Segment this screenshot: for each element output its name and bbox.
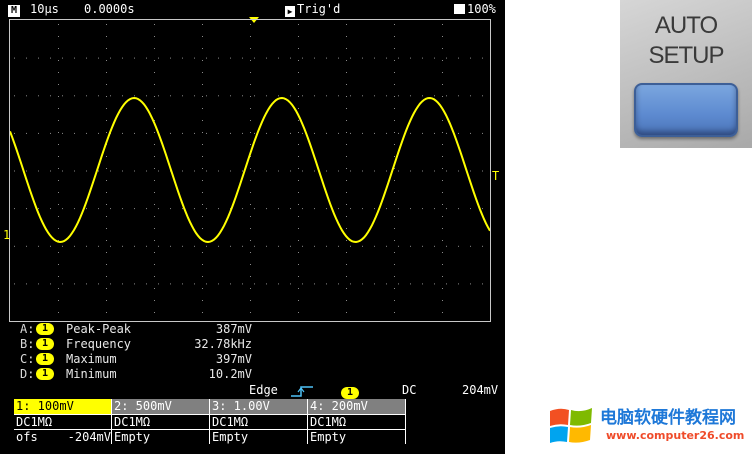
mode-badge: M — [8, 0, 20, 18]
measurement-value: 397mV — [215, 352, 252, 366]
channel-extra-label: Empty — [114, 430, 151, 444]
trigger-coupling: DC — [402, 383, 417, 397]
auto-setup-label-line1: AUTO — [654, 12, 718, 39]
measurement-slot: A: — [20, 322, 35, 336]
measurement-slot: D: — [20, 367, 35, 381]
trigger-settings: Edge 1 DC 204mV — [0, 383, 505, 399]
trigger-status: ▶ Trig'd — [285, 0, 340, 18]
channel-coupling: DC1MΩ — [14, 414, 111, 429]
measurement-slot: B: — [20, 337, 35, 351]
status-bar: M 10µs 0.0000s ▶ Trig'd 100% — [0, 0, 505, 18]
windows-logo-icon — [550, 408, 592, 443]
channel-extra-label: Empty — [212, 430, 249, 444]
channel-extra: ofs -204mV — [14, 429, 111, 444]
measurement-label: Frequency — [66, 337, 132, 351]
auto-setup-photo: AUTO SETUP — [620, 0, 752, 148]
measurement-channel: 1 — [36, 353, 54, 365]
measurement-slot: C: — [20, 352, 35, 366]
channel-header[interactable]: 1: 100mV — [14, 399, 111, 414]
channel-4-settings[interactable]: 4: 200mV DC1MΩ Empty — [308, 399, 405, 444]
channel-3-settings[interactable]: 3: 1.00V DC1MΩ Empty — [210, 399, 307, 444]
channel-coupling: DC1MΩ — [210, 414, 307, 429]
battery-level: 100% — [467, 2, 496, 16]
channel-1-ground-marker[interactable]: 1 — [3, 229, 10, 241]
graticule — [9, 19, 491, 322]
battery-icon — [454, 4, 465, 14]
measurement-value: 10.2mV — [208, 367, 252, 381]
watermark-url: www.computer26.com — [606, 429, 745, 442]
measurement-label: Peak-Peak — [66, 322, 132, 336]
measurement-label: Minimum — [66, 367, 117, 381]
channel-coupling: DC1MΩ — [308, 414, 405, 429]
auto-setup-label-line2: SETUP — [648, 42, 724, 69]
play-icon: ▶ — [285, 6, 295, 17]
timebase-readout: 10µs — [30, 2, 59, 16]
measurement-channel: 1 — [36, 338, 54, 350]
channel-header[interactable]: 2: 500mV — [112, 399, 209, 414]
measurement-row: D: 1 Minimum 10.2mV — [16, 367, 496, 382]
measurement-channel: 1 — [36, 323, 54, 335]
channel-extra: Empty — [308, 429, 405, 444]
measurement-channel: 1 — [36, 368, 54, 380]
channel-settings-panel: 1: 100mV DC1MΩ ofs -204mV 2: 500mV DC1MΩ Empty… — [14, 399, 406, 444]
oscilloscope-screen: M 10µs 0.0000s ▶ Trig'd 100% 1 T A: 1 Peak-… — [0, 0, 505, 454]
battery-indicator: 100% — [454, 0, 496, 18]
trigger-status-label: Trig'd — [297, 2, 341, 16]
channel-extra-label: Empty — [310, 430, 347, 444]
trigger-level-marker[interactable]: T — [492, 170, 499, 182]
trigger-level: 204mV — [462, 383, 499, 397]
channel-1-settings[interactable]: 1: 100mV DC1MΩ ofs -204mV — [14, 399, 111, 444]
measurement-value: 387mV — [215, 322, 252, 336]
channel-extra: Empty — [210, 429, 307, 444]
measurement-row: B: 1 Frequency 32.78kHz — [16, 337, 496, 352]
channel-header[interactable]: 4: 200mV — [308, 399, 405, 414]
measurement-row: A: 1 Peak-Peak 387mV — [16, 322, 496, 337]
time-offset-readout: 0.0000s — [84, 2, 135, 16]
channel-offset-value: -204mV — [67, 430, 111, 444]
auto-setup-button[interactable] — [634, 83, 738, 137]
measurement-value: 32.78kHz — [194, 337, 252, 351]
trigger-type: Edge — [249, 383, 278, 397]
channel-1-waveform — [10, 96, 490, 244]
channel-header[interactable]: 3: 1.00V — [210, 399, 307, 414]
watermark: 电脑软硬件教程网 www.computer26.com — [548, 403, 748, 451]
measurement-label: Maximum — [66, 352, 117, 366]
watermark-title: 电脑软硬件教程网 — [600, 408, 736, 428]
channel-coupling: DC1MΩ — [112, 414, 209, 429]
channel-extra-label: ofs — [16, 430, 38, 444]
measurement-row: C: 1 Maximum 397mV — [16, 352, 496, 367]
trigger-source: 1 — [341, 384, 359, 399]
channel-extra: Empty — [112, 429, 209, 444]
channel-2-settings[interactable]: 2: 500mV DC1MΩ Empty — [112, 399, 209, 444]
